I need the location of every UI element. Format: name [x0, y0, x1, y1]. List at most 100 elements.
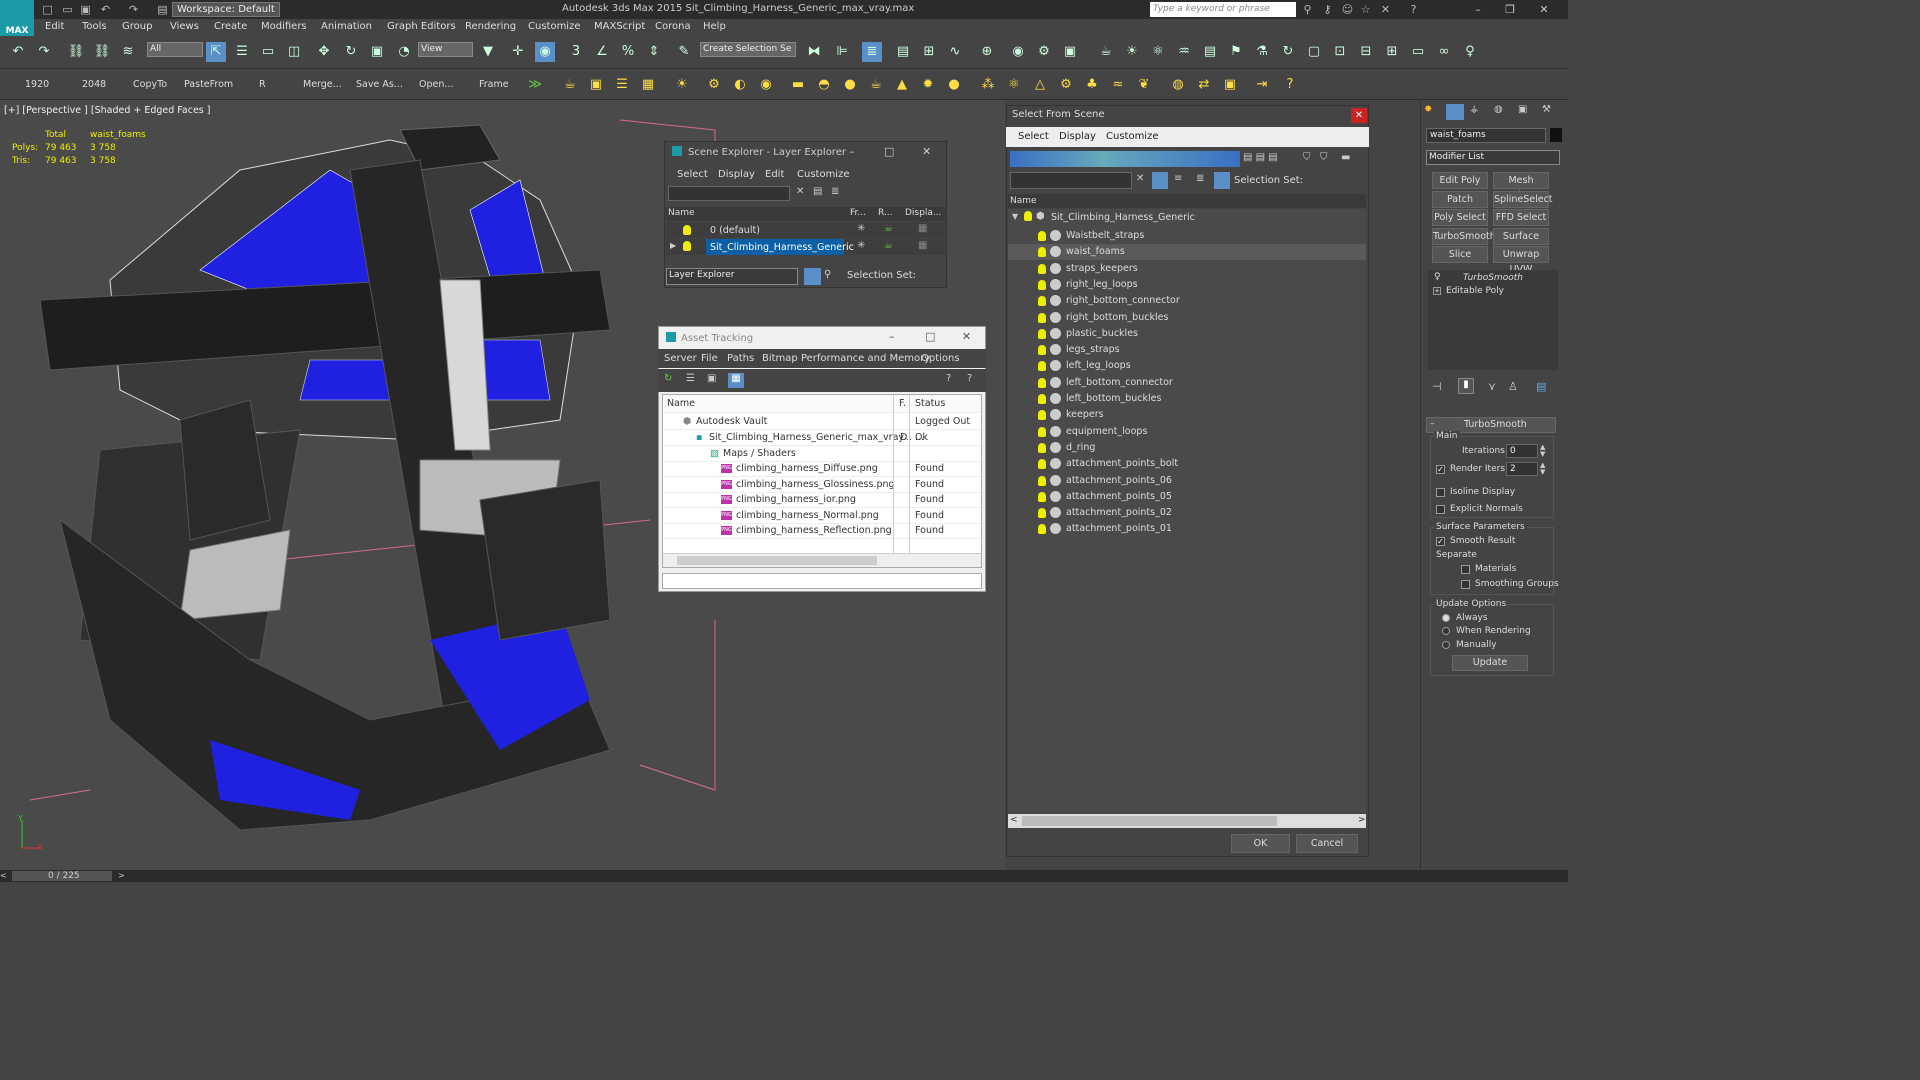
menu-maxscript[interactable]: MAXScript: [594, 21, 645, 32]
hierarchy-icon[interactable]: ⚲: [824, 269, 831, 280]
asset-row-maxfile[interactable]: ▪ Sit_Climbing_Harness_Generic_max_vray.…: [663, 430, 981, 446]
selection-filter-dropdown[interactable]: All: [147, 42, 203, 57]
help-icon[interactable]: ?: [1406, 2, 1421, 17]
teapot-icon[interactable]: ⚗: [1252, 42, 1272, 62]
activeshade-icon[interactable]: ♒: [1174, 42, 1194, 62]
scale-icon[interactable]: ▣: [367, 42, 387, 62]
layer-col-display[interactable]: Displa...: [905, 208, 941, 218]
window-crossing-icon[interactable]: ◫: [284, 42, 304, 62]
always-radio[interactable]: [1442, 613, 1454, 624]
keyboard-shortcut-icon[interactable]: ◉: [535, 42, 555, 62]
spinner-arrows-icon[interactable]: ▲ ▼: [1540, 444, 1545, 458]
asset-row-maps[interactable]: ▨ Maps / Shaders: [663, 446, 981, 462]
glasses-icon[interactable]: ∞: [1434, 42, 1454, 62]
redo-icon[interactable]: ↷: [126, 2, 141, 17]
bulb-icon[interactable]: [1038, 410, 1049, 421]
cycle-icon[interactable]: ↻: [1278, 42, 1298, 62]
scene-object-row[interactable]: right_leg_loops: [1008, 277, 1366, 293]
asset-row-glossiness[interactable]: PNG climbing_harness_Glossiness.png Foun…: [663, 477, 981, 493]
close-icon[interactable]: ✕: [922, 145, 931, 158]
render-icon[interactable]: ☕: [1096, 42, 1116, 62]
bulb-icon[interactable]: [1038, 345, 1049, 356]
pin-stack-icon[interactable]: ⊣: [1432, 380, 1442, 393]
star-icon[interactable]: ☆: [1358, 2, 1373, 17]
scene-object-row[interactable]: right_bottom_buckles: [1008, 310, 1366, 326]
menu-rendering[interactable]: Rendering: [465, 21, 516, 32]
iterations-spinner[interactable]: 0: [1506, 444, 1538, 458]
list-icon[interactable]: ☰: [612, 75, 632, 95]
smoothing-groups-checkbox[interactable]: [1461, 579, 1474, 590]
spinner-arrows-icon[interactable]: ▲ ▼: [1540, 462, 1545, 476]
sfs-root-label[interactable]: Sit_Climbing_Harness_Generic: [1051, 212, 1195, 223]
bulb-icon[interactable]: [1038, 459, 1049, 470]
scene-object-row[interactable]: attachment_points_05: [1008, 489, 1366, 505]
sfs-col-name[interactable]: Name: [1010, 196, 1037, 206]
asset-menu-options[interactable]: Options: [921, 353, 960, 364]
turbosmooth-button[interactable]: TurboSmooth: [1432, 228, 1496, 245]
camera-icon[interactable]: ▣: [1220, 75, 1240, 95]
filter-icon[interactable]: [1152, 172, 1168, 189]
menu-customize[interactable]: Customize: [528, 21, 581, 32]
scene-object-row[interactable]: right_bottom_connector: [1008, 293, 1366, 309]
scene-object-row[interactable]: keepers: [1008, 407, 1366, 423]
dome-icon[interactable]: ◓: [814, 75, 834, 95]
bulb-icon[interactable]: [1038, 475, 1049, 487]
preset-1920-button[interactable]: 1920: [25, 79, 49, 90]
smooth-result-checkbox[interactable]: ✓: [1436, 536, 1449, 547]
bulb-icon[interactable]: ♀: [1434, 272, 1441, 282]
render-iters-checkbox[interactable]: ✓: [1436, 464, 1449, 475]
layers-icon[interactable]: ≣: [1196, 173, 1204, 184]
slider-left-icon[interactable]: <: [0, 871, 10, 881]
spinner-snap-icon[interactable]: ⇕: [644, 42, 664, 62]
menu-graph-editors[interactable]: Graph Editors: [387, 21, 456, 32]
thumbnail-icon[interactable]: ▣: [707, 373, 716, 384]
configure-sets-icon[interactable]: ▤: [1536, 380, 1546, 393]
expand-icon[interactable]: +: [1433, 287, 1441, 295]
bulb-icon[interactable]: [1038, 296, 1049, 307]
toggle-scene-explorer-icon[interactable]: ≣: [862, 42, 882, 62]
sfs-search-input[interactable]: [1010, 172, 1132, 189]
scene-object-row[interactable]: attachment_points_02: [1008, 505, 1366, 521]
explicit-normals-checkbox[interactable]: [1436, 504, 1449, 515]
restore-icon[interactable]: ❐: [1496, 2, 1524, 17]
viewport-label[interactable]: [+] [Perspective ] [Shaded + Edged Faces…: [4, 105, 210, 116]
layer-menu-select[interactable]: Select: [677, 169, 708, 180]
collapse-icon[interactable]: ▼: [1012, 212, 1018, 221]
cone-icon[interactable]: ▲: [892, 75, 912, 95]
filter-toolbar[interactable]: [1010, 151, 1240, 167]
ref-coord-dropdown[interactable]: View: [418, 42, 473, 57]
render-iterative-icon[interactable]: ⚛: [1148, 42, 1168, 62]
menu-corona[interactable]: Corona: [655, 21, 691, 32]
frame-buffer-icon[interactable]: ⊟: [1356, 42, 1376, 62]
scene-object-row[interactable]: left_bottom_connector: [1008, 375, 1366, 391]
layer-row-default[interactable]: [666, 222, 946, 238]
maximize-icon[interactable]: □: [925, 330, 935, 343]
angle-snap-icon[interactable]: ∠: [592, 42, 612, 62]
ball-icon[interactable]: ●: [944, 75, 964, 95]
freeze-icon[interactable]: ✳: [857, 223, 865, 234]
render-frame-icon[interactable]: ▣: [586, 75, 606, 95]
app-logo-button[interactable]: MAX: [0, 0, 34, 36]
asset-path-field[interactable]: [662, 573, 982, 589]
maximize-icon[interactable]: □: [884, 145, 894, 158]
bulb-icon[interactable]: [1038, 279, 1049, 291]
percent-snap-icon[interactable]: %: [618, 42, 638, 62]
asset-col-f[interactable]: F.: [899, 395, 906, 413]
layers-icon[interactable]: [804, 268, 821, 285]
pivot-icon[interactable]: ▼: [478, 42, 498, 62]
scene-object-row[interactable]: d_ring: [1008, 440, 1366, 456]
people-icon[interactable]: ☺: [1340, 2, 1355, 17]
unlink-icon[interactable]: ⛓: [92, 42, 112, 62]
scene-object-row[interactable]: equipment_loops: [1008, 424, 1366, 440]
converter-icon[interactable]: ⇄: [1194, 75, 1214, 95]
render-frame-icon[interactable]: ▤: [1200, 42, 1220, 62]
scene-object-row[interactable]: left_bottom_buckles: [1008, 391, 1366, 407]
window-icon[interactable]: ▭: [1408, 42, 1428, 62]
bulb-icon[interactable]: [1038, 377, 1049, 389]
bind-space-warp-icon[interactable]: ≋: [118, 42, 138, 62]
sun-icon[interactable]: ✹: [918, 75, 938, 95]
hierarchy-icon[interactable]: ≡: [1174, 173, 1182, 184]
curve-editor-icon[interactable]: ∿: [945, 42, 965, 62]
save-as-button[interactable]: Save As...: [356, 79, 403, 90]
bulb-icon[interactable]: [1038, 491, 1049, 503]
